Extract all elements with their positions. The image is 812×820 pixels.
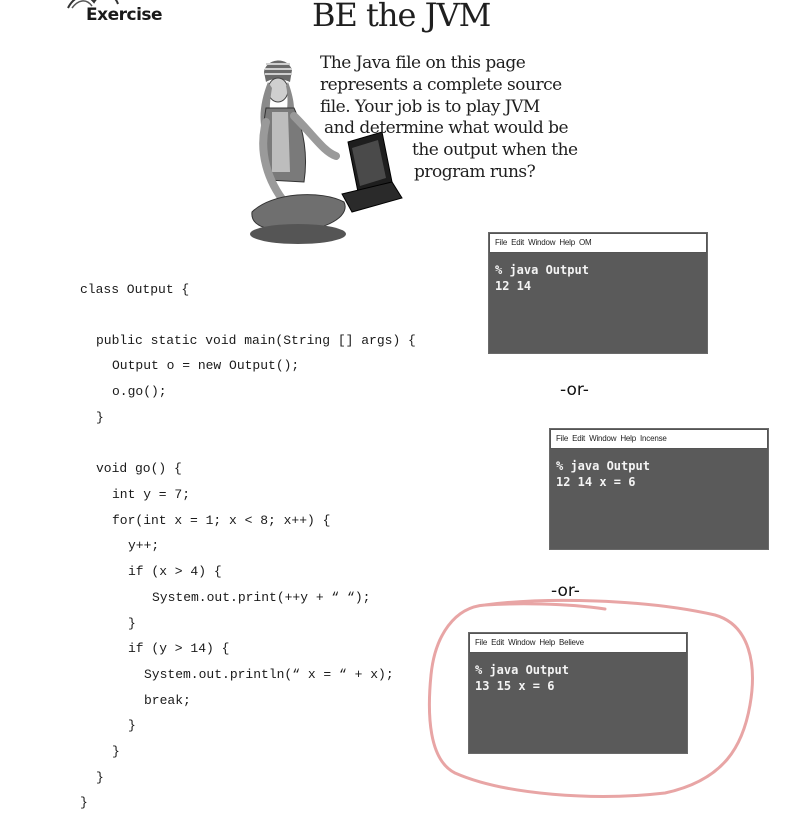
terminal-output: 13 15 x = 6 (475, 679, 555, 693)
menu-item-window[interactable]: Window (528, 234, 555, 252)
or-separator: -or- (560, 380, 589, 400)
intro-line: the output when the (412, 140, 578, 160)
code-line: } (96, 410, 104, 425)
terminal-command: % java Output (556, 459, 650, 473)
intro-line: represents a complete source (320, 75, 562, 95)
menu-item-help[interactable]: Help (559, 234, 575, 252)
code-line: if (x > 4) { (128, 564, 222, 579)
code-line: } (112, 744, 120, 759)
code-line: if (y > 14) { (128, 641, 230, 656)
intro-line: program runs? (414, 162, 536, 182)
exercise-label: Exercise (86, 5, 163, 25)
menu-item-extra[interactable]: Incense (640, 430, 667, 448)
intro-line: and determine what would be (324, 118, 569, 138)
code-line: void go() { (96, 461, 182, 476)
terminal-menubar: File Edit Window Help Believe (469, 633, 687, 653)
terminal-window: File Edit Window Help OM % java Output 1… (488, 232, 708, 354)
terminal-command: % java Output (475, 663, 569, 677)
code-line: } (128, 616, 136, 631)
code-line: break; (144, 693, 191, 708)
terminal-command: % java Output (495, 263, 589, 277)
code-line: for(int x = 1; x < 8; x++) { (112, 513, 331, 528)
code-line: public static void main(String [] args) … (96, 333, 416, 348)
terminal-menubar: File Edit Window Help OM (489, 233, 707, 253)
code-line: y++; (128, 538, 160, 553)
intro-line: The Java file on this page (320, 53, 526, 73)
terminal-output: 12 14 x = 6 (556, 475, 636, 489)
menu-item-extra[interactable]: OM (579, 234, 592, 252)
code-line: } (128, 718, 136, 733)
menu-item-file[interactable]: File (475, 634, 487, 652)
code-line: o.go(); (112, 384, 167, 399)
menu-item-help[interactable]: Help (539, 634, 555, 652)
menu-item-edit[interactable]: Edit (511, 234, 524, 252)
code-line: System.out.println(“ x = “ + x); (144, 667, 394, 682)
menu-item-file[interactable]: File (556, 430, 568, 448)
code-line: System.out.print(++y + “ “); (152, 590, 371, 605)
code-line: } (80, 795, 88, 810)
menu-item-edit[interactable]: Edit (491, 634, 504, 652)
terminal-window: File Edit Window Help Believe % java Out… (468, 632, 688, 754)
menu-item-help[interactable]: Help (620, 430, 636, 448)
menu-item-edit[interactable]: Edit (572, 430, 585, 448)
menu-item-file[interactable]: File (495, 234, 507, 252)
terminal-window: File Edit Window Help Incense % java Out… (549, 428, 769, 550)
menu-item-window[interactable]: Window (589, 430, 616, 448)
code-line: int y = 7; (112, 487, 191, 502)
intro-line: file. Your job is to play JVM (320, 97, 540, 117)
page-title: BE the JVM (312, 0, 491, 34)
code-line: Output o = new Output(); (112, 358, 300, 373)
terminal-output: 12 14 (495, 279, 532, 293)
code-line: } (96, 770, 104, 785)
code-line: class Output { (80, 282, 190, 297)
menu-item-window[interactable]: Window (508, 634, 535, 652)
terminal-menubar: File Edit Window Help Incense (550, 429, 768, 449)
menu-item-extra[interactable]: Believe (559, 634, 584, 652)
